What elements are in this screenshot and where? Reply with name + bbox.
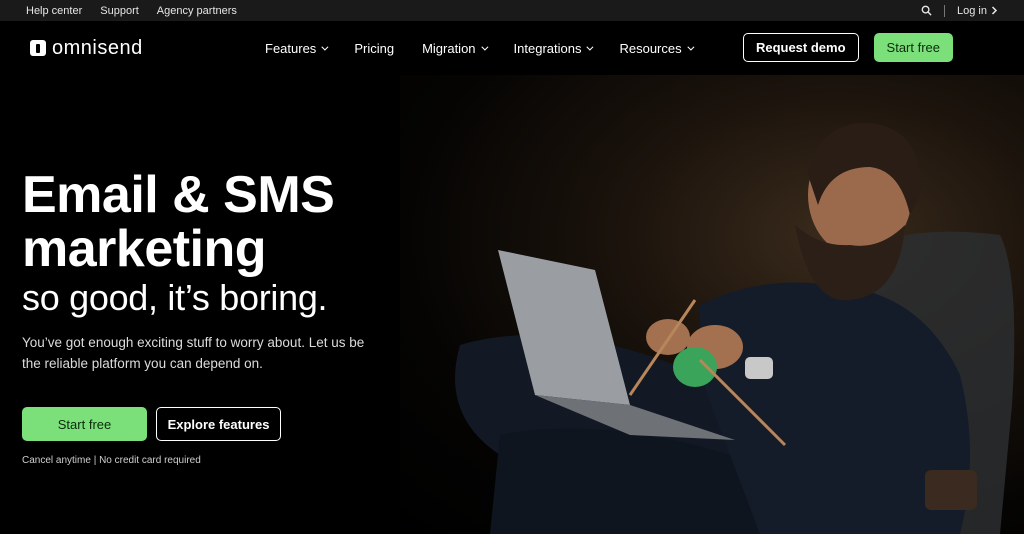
nav-item-label: Migration: [422, 40, 476, 56]
hero-description: You’ve got enough exciting stuff to worr…: [22, 335, 365, 371]
login-link[interactable]: Log in: [957, 5, 998, 17]
chevron-down-icon: [586, 43, 594, 51]
nav-item-migration[interactable]: Migration: [422, 40, 488, 56]
help-center-link[interactable]: Help center: [26, 5, 82, 17]
hero-cta-group: Start free Explore features: [22, 407, 281, 441]
search-icon[interactable]: [921, 5, 932, 16]
chevron-down-icon: [480, 43, 488, 51]
divider: [944, 4, 946, 17]
hero-subheadline: so good, it’s boring.: [22, 277, 328, 318]
headline-line-2: marketing: [22, 220, 267, 278]
nav-menu: Features Pricing Migration Integrations …: [265, 21, 695, 75]
agency-partners-link[interactable]: Agency partners: [157, 5, 237, 17]
nav-item-features[interactable]: Features: [265, 40, 329, 56]
login-label: Log in: [957, 4, 987, 17]
hero-headline: Email & SMS marketing: [22, 166, 335, 278]
request-demo-button[interactable]: Request demo: [742, 33, 859, 62]
explore-features-button[interactable]: Explore features: [156, 407, 281, 441]
support-link[interactable]: Support: [100, 5, 139, 17]
main-nav: omnisend Features Pricing Migration Inte…: [0, 21, 1024, 75]
hero-image: [400, 75, 1024, 534]
utility-bar: Help center Support Agency partners Log …: [0, 0, 1024, 21]
chevron-down-icon: [321, 43, 329, 51]
utility-right: Log in: [921, 4, 998, 17]
nav-actions: Request demo Start free: [742, 33, 953, 62]
utility-links: Help center Support Agency partners: [26, 5, 237, 17]
nav-item-pricing[interactable]: Pricing: [354, 41, 394, 56]
chevron-right-icon: [991, 6, 998, 15]
chevron-down-icon: [686, 43, 695, 51]
hero-start-free-button[interactable]: Start free: [22, 407, 147, 441]
nav-item-label: Resources: [619, 40, 682, 56]
hero-illustration: [455, 122, 1015, 534]
brand-logo[interactable]: omnisend: [30, 37, 143, 60]
nav-item-resources[interactable]: Resources: [619, 40, 695, 56]
hero-note: Cancel anytime | No credit card required: [22, 455, 201, 466]
nav-item-integrations[interactable]: Integrations: [513, 40, 594, 56]
start-free-button[interactable]: Start free: [873, 33, 953, 62]
logo-icon: [30, 40, 46, 56]
nav-item-label: Features: [265, 40, 317, 56]
headline-line-1: Email & SMS: [22, 166, 335, 224]
nav-item-label: Integrations: [513, 40, 582, 56]
nav-item-label: Pricing: [354, 40, 395, 56]
brand-name: omnisend: [52, 36, 143, 59]
